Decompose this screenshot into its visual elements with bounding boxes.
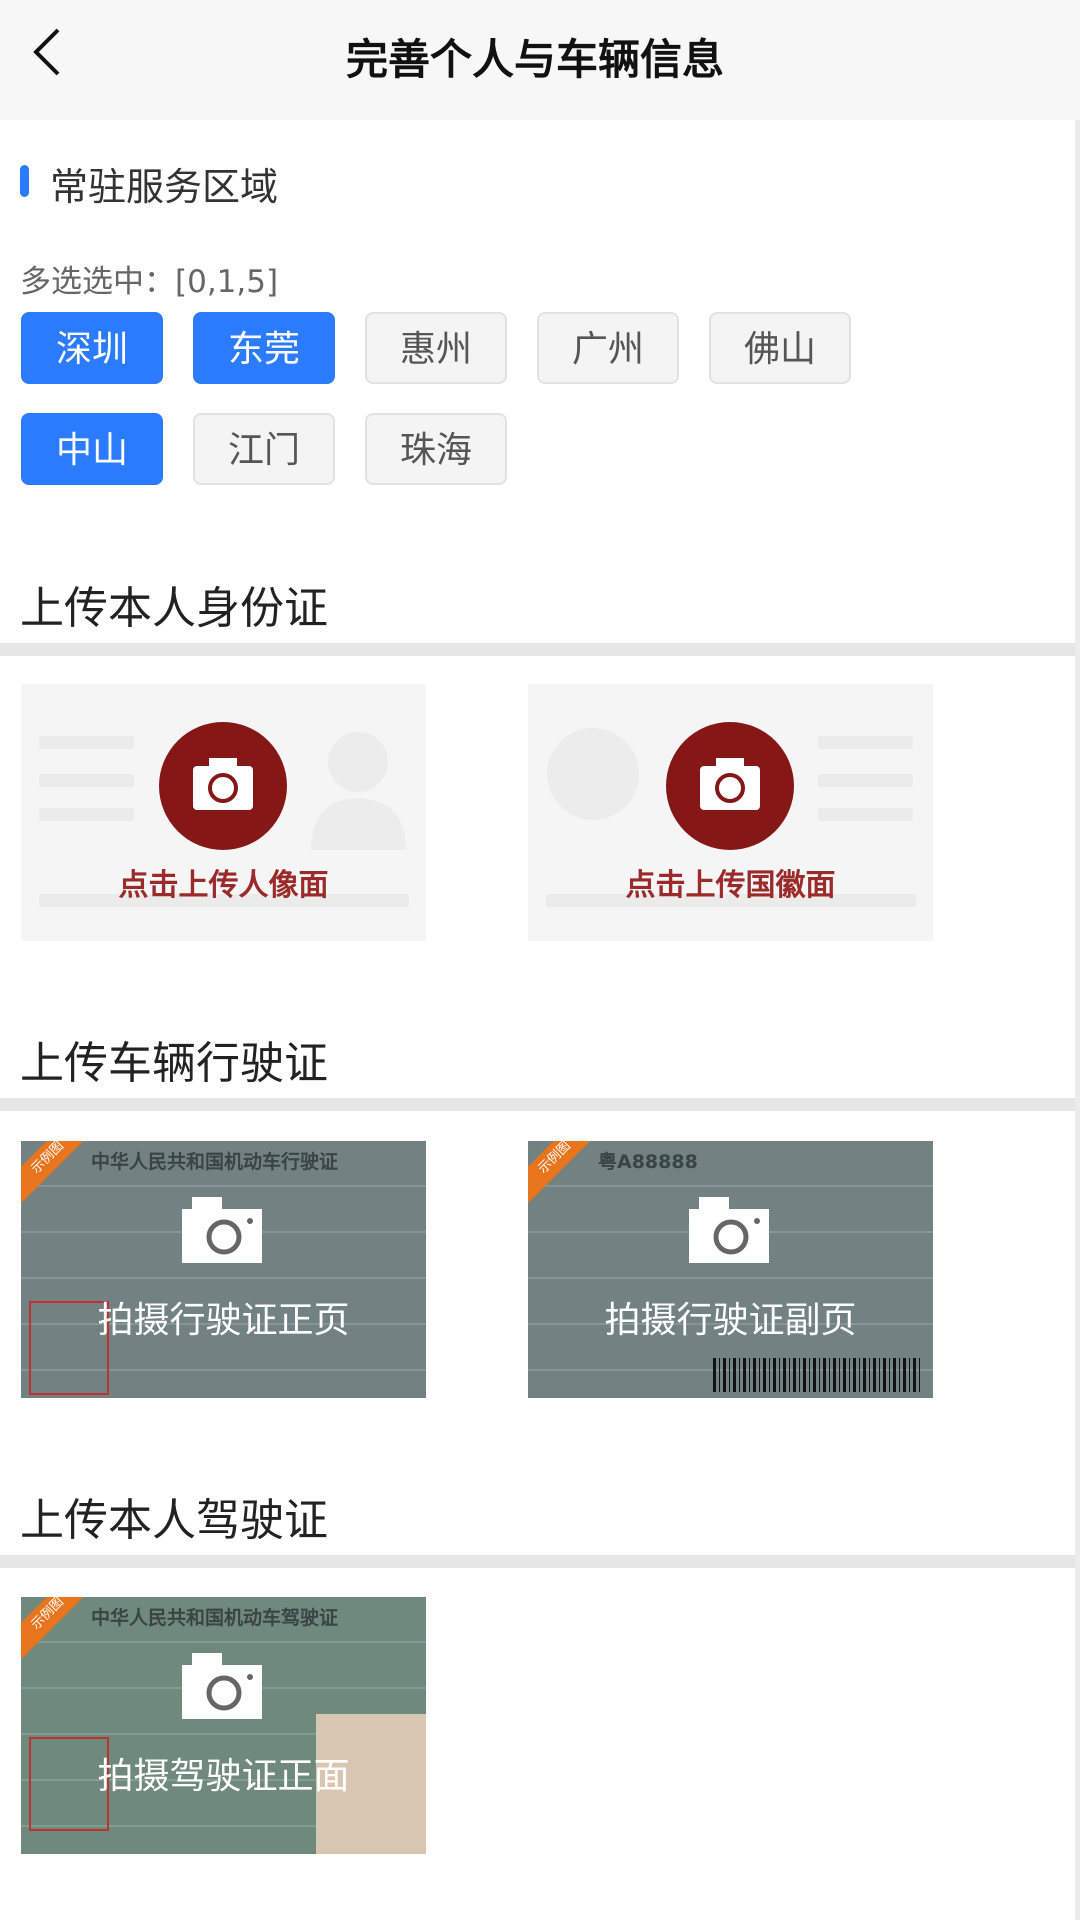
camera-icon (182, 1653, 262, 1719)
chevron-left-icon[interactable] (28, 22, 68, 82)
camera-icon (700, 758, 760, 810)
vehicle-license-section-title: 上传车辆行驶证 (20, 1038, 328, 1089)
region-chip-guangzhou[interactable]: 广州 (537, 312, 679, 384)
id-card-section-title: 上传本人身份证 (20, 583, 328, 634)
driver-license-section-title: 上传本人驾驶证 (20, 1495, 328, 1546)
vehicle-license-front-upload[interactable]: 中华人民共和国机动车行驶证 示例图 拍摄行驶证正页 (21, 1141, 426, 1398)
region-chip-shenzhen[interactable]: 深圳 (21, 312, 163, 384)
camera-icon (193, 758, 253, 810)
sample-doc-title: 中华人民共和国机动车驾驶证 (91, 1607, 339, 1629)
id-front-label: 点击上传人像面 (118, 868, 329, 903)
sample-plate-text: 粤A88888 (598, 1151, 698, 1173)
page-title: 完善个人与车辆信息 (345, 35, 724, 84)
camera-button[interactable] (159, 722, 287, 850)
region-chip-zhongshan[interactable]: 中山 (21, 413, 163, 485)
barcode-image (713, 1358, 923, 1392)
camera-button[interactable] (666, 722, 794, 850)
selected-indices-text: 多选选中：[0,1,5] (20, 264, 279, 300)
region-chip-zhuhai[interactable]: 珠海 (365, 413, 507, 485)
region-section-title: 常驻服务区域 (50, 165, 279, 209)
sample-doc-title: 中华人民共和国机动车行驶证 (91, 1151, 339, 1173)
id-back-upload[interactable]: 点击上传国徽面 (528, 684, 933, 941)
divider (0, 643, 1075, 656)
region-chip-jiangmen[interactable]: 江门 (193, 413, 335, 485)
section-indicator (20, 165, 29, 197)
id-back-label: 点击上传国徽面 (625, 868, 836, 903)
vehicle-license-back-upload[interactable]: 粤A88888 示例图 拍摄行驶证副页 (528, 1141, 933, 1398)
divider (0, 1098, 1075, 1111)
scrollbar-track (1075, 120, 1080, 1920)
national-emblem-icon (547, 728, 639, 820)
camera-icon (689, 1197, 769, 1263)
vehicle-license-back-label: 拍摄行驶证副页 (604, 1300, 857, 1341)
person-silhouette-icon (311, 732, 406, 850)
vehicle-license-front-label: 拍摄行驶证正页 (97, 1300, 350, 1341)
region-chip-dongguan[interactable]: 东莞 (193, 312, 335, 384)
region-chip-huizhou[interactable]: 惠州 (365, 312, 507, 384)
driver-license-front-label: 拍摄驾驶证正面 (97, 1756, 350, 1797)
camera-icon (182, 1197, 262, 1263)
region-chip-foshan[interactable]: 佛山 (709, 312, 851, 384)
divider (0, 1555, 1075, 1568)
driver-license-front-upload[interactable]: 中华人民共和国机动车驾驶证 示例图 拍摄驾驶证正面 (21, 1597, 426, 1854)
id-front-upload[interactable]: 点击上传人像面 (21, 684, 426, 941)
